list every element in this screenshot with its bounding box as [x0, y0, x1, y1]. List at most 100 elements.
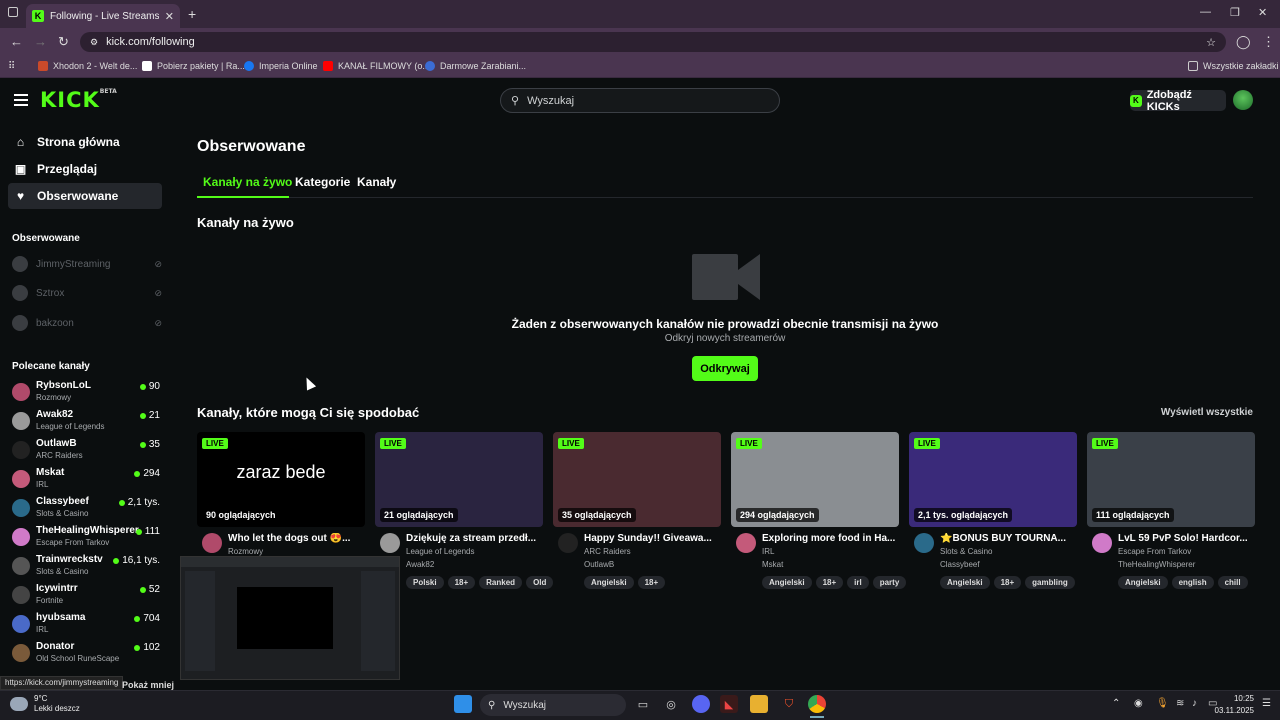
stream-title[interactable]: LvL 59 PvP Solo! Hardcor...	[1118, 533, 1254, 544]
microphone-icon[interactable]: 🎙	[1156, 698, 1169, 709]
tag-chip[interactable]: Angielski	[1118, 576, 1168, 589]
tag-chip[interactable]: 18+	[637, 576, 666, 589]
stream-title[interactable]: Happy Sunday!! Giveawa...	[584, 533, 720, 544]
tag-chip[interactable]: party	[872, 576, 907, 589]
followed-channel[interactable]: Sztrox ⊘	[12, 282, 162, 304]
app-icon[interactable]: ◣	[720, 695, 738, 713]
stream-category[interactable]: ARC Raiders	[584, 547, 631, 556]
tray-app-icon[interactable]: ◉	[1134, 698, 1143, 709]
all-bookmarks[interactable]: Wszystkie zakładki	[1188, 61, 1279, 71]
profile-icon[interactable]: ◯	[1236, 34, 1251, 50]
recommended-channel[interactable]: OutlawB ARC Raiders 35	[12, 438, 160, 464]
stream-title[interactable]: Exploring more food in Ha...	[762, 533, 898, 544]
channel-name[interactable]: OutlawB	[584, 560, 614, 569]
channel-name[interactable]: Classybeef	[940, 560, 980, 569]
tab-channels[interactable]: Kanały	[357, 175, 396, 189]
volume-icon[interactable]: ♪	[1192, 698, 1197, 709]
recommended-channel[interactable]: Awak82 League of Legends 21	[12, 409, 160, 435]
url-field[interactable]: ⚙ kick.com/following ☆	[80, 32, 1226, 52]
system-clock[interactable]: 10:25 03.11.2025	[1215, 693, 1254, 717]
recommended-channel[interactable]: TheHealingWhisperer Escape From Tarkov 111	[12, 525, 160, 551]
get-kicks-button[interactable]: K Zdobądź KICKs	[1130, 89, 1226, 113]
bookmark-star-icon[interactable]: ☆	[1206, 36, 1216, 49]
tag-chip[interactable]: Angielski	[584, 576, 634, 589]
bookmark-item[interactable]: Xhodon 2 - Welt de...	[38, 61, 137, 71]
stream-thumbnail[interactable]: zaraz bede LIVE 90 oglądających	[197, 432, 365, 527]
sidebar-item-browse[interactable]: ▣ Przeglądaj	[8, 156, 162, 182]
tag-chip[interactable]: Angielski	[762, 576, 812, 589]
recommended-channel[interactable]: RybsonLoL Rozmowy 90	[12, 380, 160, 406]
tag-chip[interactable]: 18+	[447, 576, 476, 589]
tab-categories[interactable]: Kategorie	[295, 175, 350, 189]
view-all-link[interactable]: Wyświetl wszystkie	[1161, 407, 1253, 418]
stream-category[interactable]: League of Legends	[406, 547, 475, 556]
discover-button[interactable]: Odkrywaj	[692, 356, 758, 381]
hamburger-menu-icon[interactable]	[14, 94, 28, 106]
recommended-channel[interactable]: Trainwreckstv Slots & Casino 16,1 tys.	[12, 554, 160, 580]
sidebar-item-home[interactable]: ⌂ Strona główna	[8, 129, 162, 155]
tag-chip[interactable]: irl	[847, 576, 869, 589]
tag-chip[interactable]: gambling	[1025, 576, 1075, 589]
bookmark-item[interactable]: Imperia Online	[244, 61, 318, 71]
new-tab-icon[interactable]: +	[188, 6, 196, 22]
sidebar-item-following[interactable]: ♥ Obserwowane	[8, 183, 162, 209]
avatar[interactable]	[1092, 533, 1112, 553]
app-icon[interactable]: ◎	[662, 695, 680, 713]
stream-card[interactable]: LIVE 35 oglądających Happy Sunday!! Giveaw…	[553, 432, 721, 589]
stream-category[interactable]: IRL	[762, 547, 774, 556]
kick-logo[interactable]: KICKBETA	[40, 88, 117, 112]
tag-chip[interactable]: Angielski	[940, 576, 990, 589]
tag-chip[interactable]: Polski	[406, 576, 444, 589]
back-icon[interactable]: ←	[10, 34, 23, 49]
avatar[interactable]	[914, 533, 934, 553]
recommended-channel[interactable]: hyubsama IRL 704	[12, 612, 160, 638]
tag-chip[interactable]: english	[1171, 576, 1214, 589]
stream-title[interactable]: ⭐BONUS BUY TOURNA...	[940, 533, 1076, 544]
windows-start-icon[interactable]	[454, 695, 472, 713]
brave-icon[interactable]: ⛉	[780, 695, 798, 713]
tag-chip[interactable]: 18+	[993, 576, 1022, 589]
avatar[interactable]	[380, 533, 400, 553]
stream-thumbnail[interactable]: LIVE 21 oglądających	[375, 432, 543, 527]
taskbar-search[interactable]: ⚲ Wyszukaj	[480, 694, 626, 716]
avatar[interactable]	[558, 533, 578, 553]
close-window-icon[interactable]: ✕	[1258, 6, 1267, 19]
tab-list-icon[interactable]	[8, 7, 18, 17]
channel-name[interactable]: Mskat	[762, 560, 783, 569]
bookmark-item[interactable]: Darmowe Zarabiani...	[425, 61, 526, 71]
recommended-channel[interactable]: Donator Old School RuneScape 102	[12, 641, 160, 667]
stream-thumbnail[interactable]: LIVE 111 oglądających	[1087, 432, 1255, 527]
stream-thumbnail[interactable]: LIVE 294 oglądających	[731, 432, 899, 527]
avatar[interactable]	[202, 533, 222, 553]
stream-category[interactable]: Slots & Casino	[940, 547, 992, 556]
stream-thumbnail[interactable]: LIVE 35 oglądających	[553, 432, 721, 527]
file-explorer-icon[interactable]	[750, 695, 768, 713]
tag-chip[interactable]: 18+	[815, 576, 844, 589]
stream-category[interactable]: Rozmowy	[228, 547, 263, 556]
minimize-icon[interactable]: —	[1200, 6, 1211, 18]
menu-icon[interactable]: ⋮	[1262, 34, 1275, 50]
task-view-icon[interactable]: ▭	[634, 695, 652, 713]
stream-card[interactable]: LIVE 2,1 tys. oglądających ⭐BONUS BUY TOUR…	[909, 432, 1077, 589]
wifi-icon[interactable]: ≋	[1176, 698, 1184, 709]
bookmark-item[interactable]: KANAŁ FILMOWY (o...	[323, 61, 430, 71]
close-tab-icon[interactable]: ✕	[165, 10, 174, 23]
reload-icon[interactable]: ↻	[58, 34, 69, 50]
stream-title[interactable]: Dziękuję za stream przedł...	[406, 533, 542, 544]
recommended-channel[interactable]: Mskat IRL 294	[12, 467, 160, 493]
discord-icon[interactable]	[692, 695, 710, 713]
chrome-icon[interactable]	[808, 695, 826, 713]
tag-chip[interactable]: chill	[1217, 576, 1248, 589]
search-input[interactable]: ⚲ Wyszukaj	[500, 88, 780, 113]
stream-card[interactable]: LIVE 294 oglądających Exploring more food …	[731, 432, 907, 589]
stream-preview-popup[interactable]	[180, 556, 400, 680]
followed-channel[interactable]: bakzoon ⊘	[12, 312, 162, 334]
notifications-icon[interactable]: ☰	[1262, 698, 1271, 709]
bookmark-item[interactable]: Pobierz pakiety | Ra...	[142, 61, 245, 71]
followed-channel[interactable]: JimmyStreaming ⊘	[12, 253, 162, 275]
stream-card[interactable]: zaraz bede LIVE 90 oglądających Who let the…	[197, 432, 365, 569]
maximize-icon[interactable]: ❐	[1230, 6, 1240, 19]
stream-thumbnail[interactable]: LIVE 2,1 tys. oglądających	[909, 432, 1077, 527]
stream-category[interactable]: Escape From Tarkov	[1118, 547, 1191, 556]
channel-name[interactable]: TheHealingWhisperer	[1118, 560, 1195, 569]
